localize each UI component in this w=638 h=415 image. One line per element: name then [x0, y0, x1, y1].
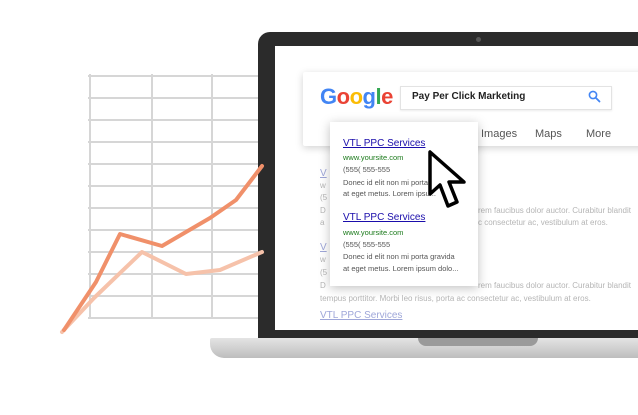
trend-line-secondary — [60, 250, 264, 334]
trend-lines — [60, 164, 264, 334]
trend-line-primary — [62, 164, 264, 332]
